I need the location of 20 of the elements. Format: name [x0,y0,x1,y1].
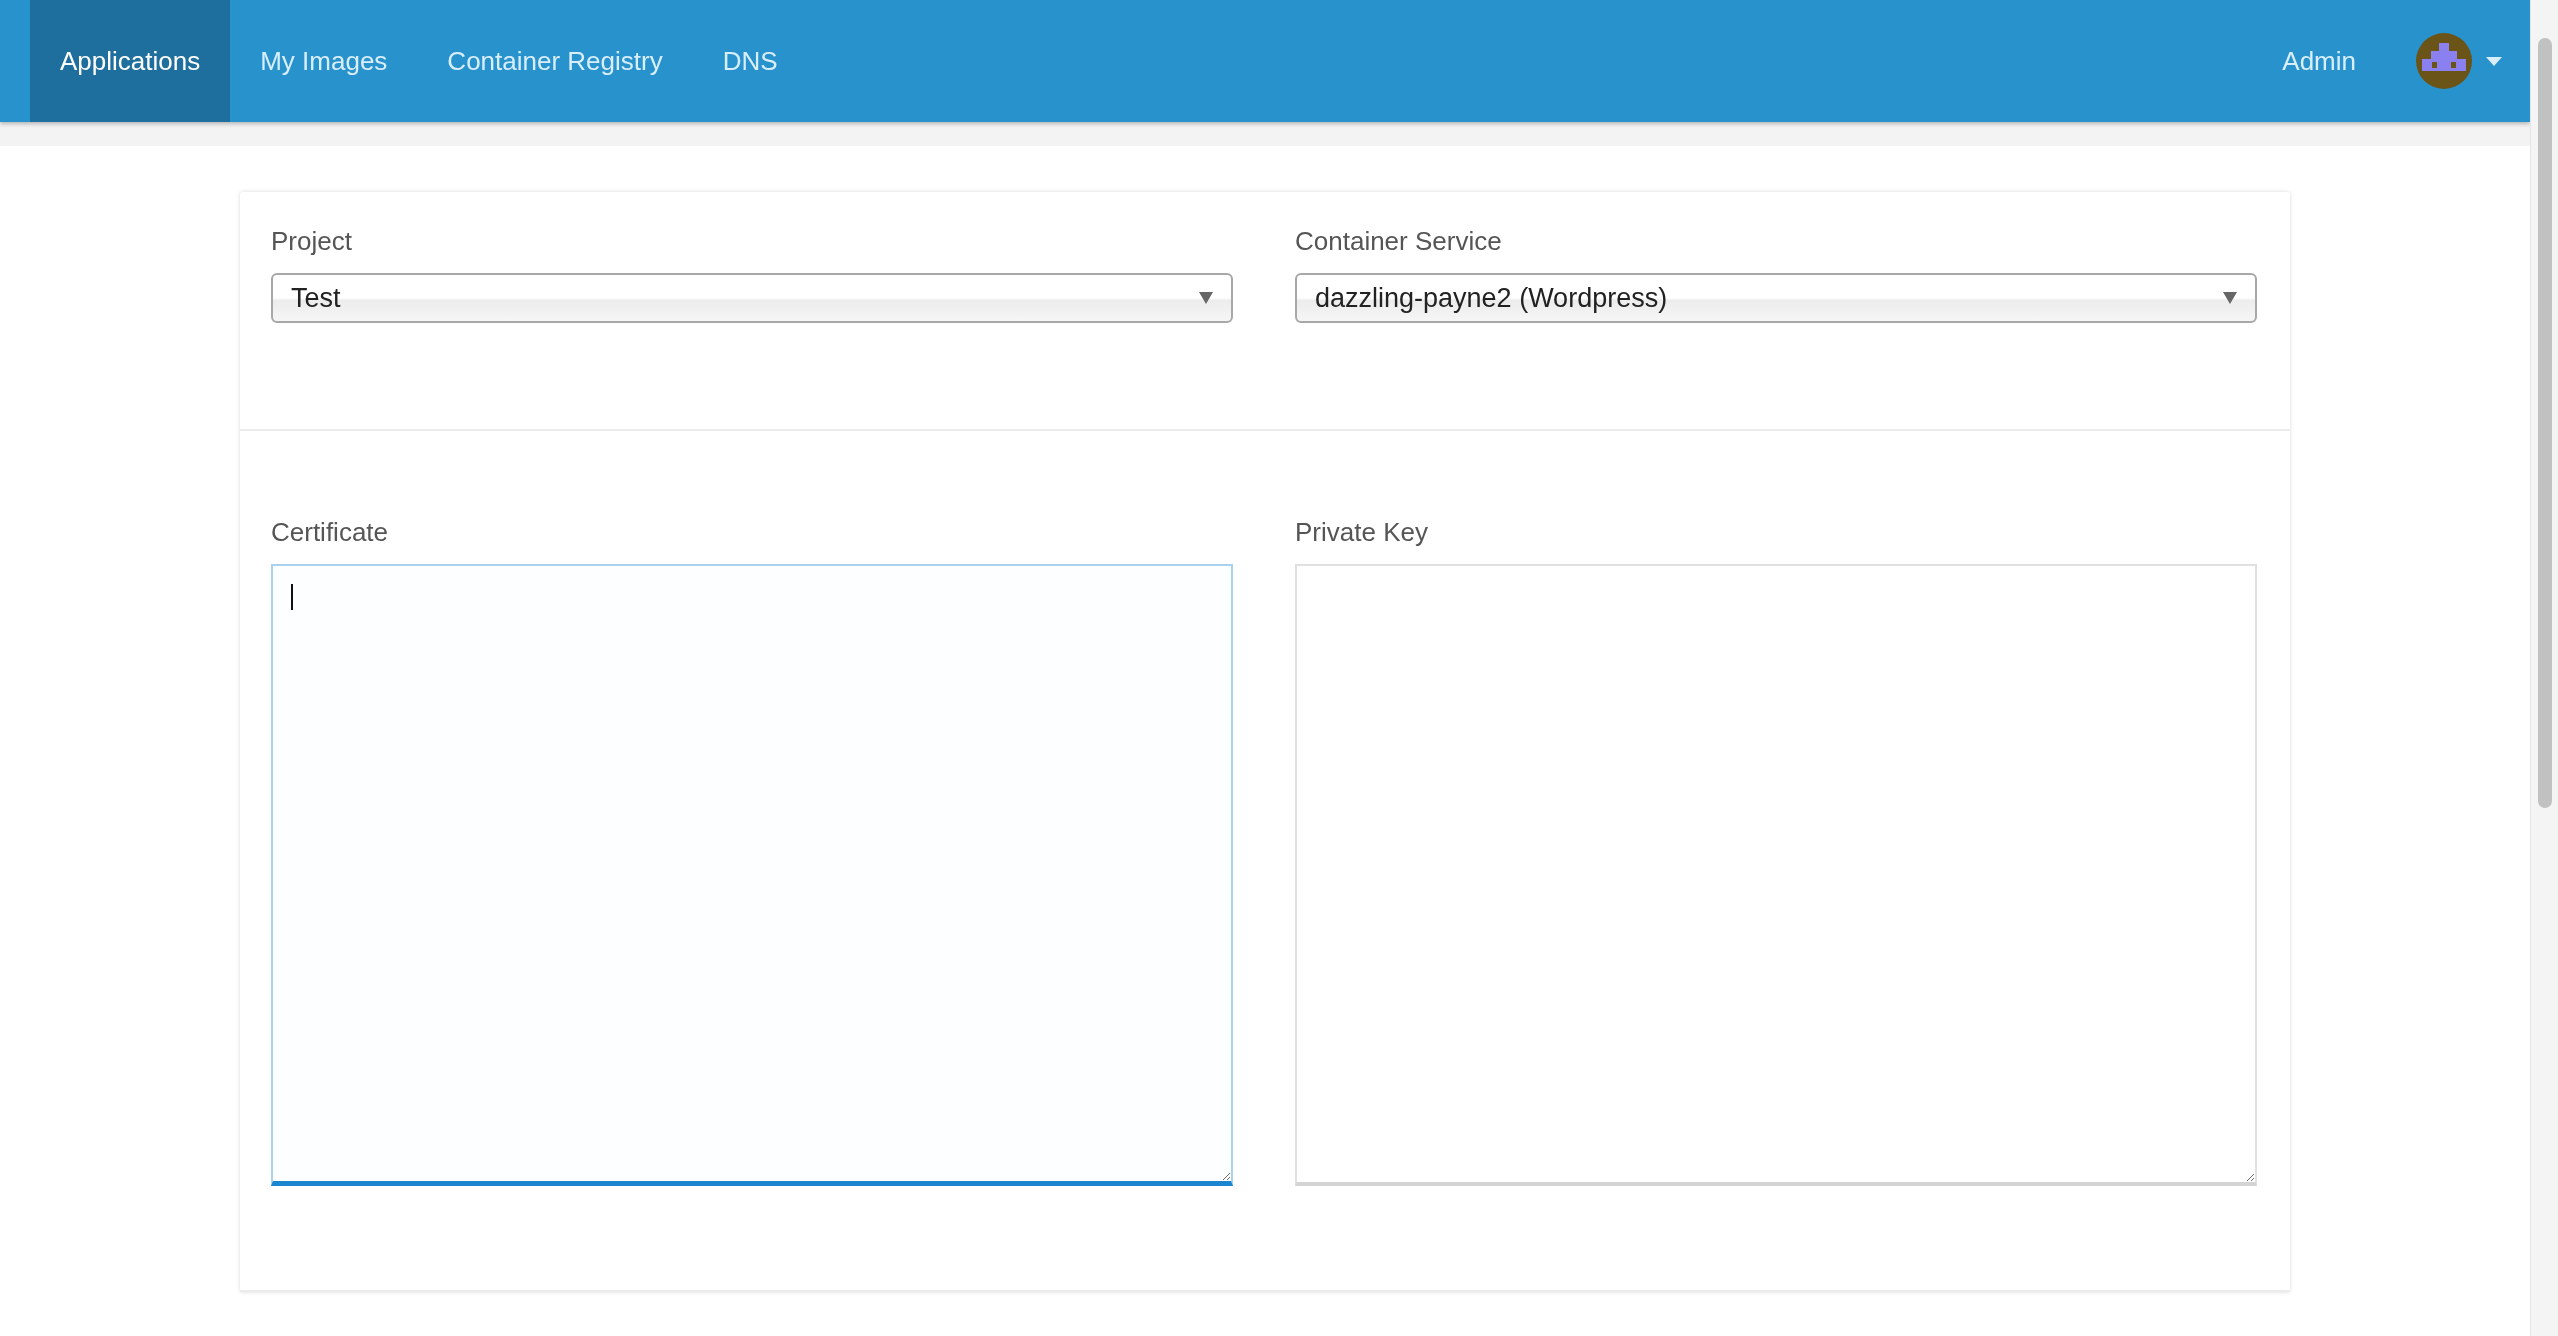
text-area[interactable] [271,564,1233,1186]
nav-tab[interactable]: Applications [30,0,231,122]
dropdown[interactable]: dazzling-payne2 (Wordpress) [1295,273,2257,323]
caret-icon [2223,292,2237,304]
nav-tab[interactable]: DNS [692,0,808,122]
field-label: Certificate [271,517,389,548]
caret-icon [1199,292,1213,304]
text-area[interactable] [1295,564,2257,1186]
text-cursor [291,584,293,610]
scrollbar[interactable] [2530,0,2558,1336]
scrollbar-thumb[interactable] [2537,38,2552,808]
field-label: Private Key [1295,517,1428,548]
caret-icon[interactable] [2486,56,2502,66]
user-name[interactable]: Admin [2282,0,2416,122]
nav-tab[interactable]: My Images [230,0,418,122]
field-label: Project [271,226,352,257]
dropdown[interactable]: Test [271,273,1233,323]
nav-tab[interactable]: Container Registry [417,0,693,122]
avatar-icon[interactable] [2416,33,2472,89]
field-label: Container Service [1295,226,1502,257]
